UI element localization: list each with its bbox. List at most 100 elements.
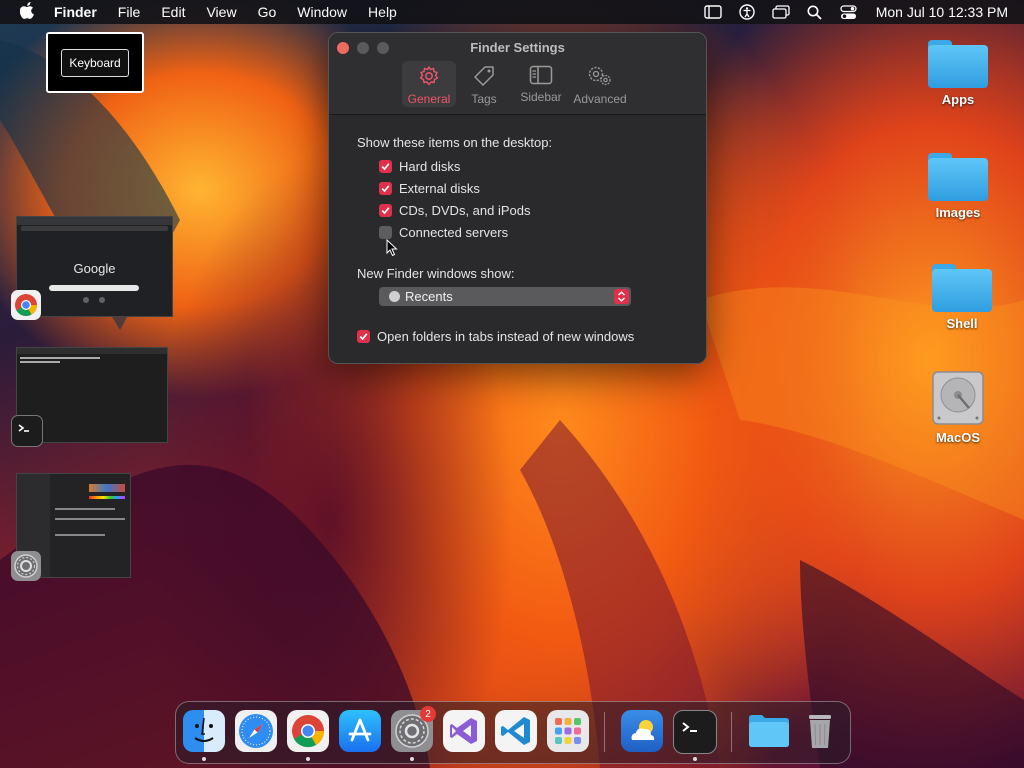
menu-view[interactable]: View (206, 4, 236, 20)
dock-chrome-icon[interactable] (287, 710, 329, 752)
menu-file[interactable]: File (118, 4, 141, 20)
thumbnail-text-line (55, 518, 125, 520)
desktop-item-label: MacOS (935, 430, 981, 445)
dock-appstore-icon[interactable] (339, 710, 381, 752)
thumbnail-shortcut (83, 297, 89, 303)
thumbnail-google-logo: Google (73, 261, 116, 276)
apple-menu-icon[interactable] (18, 1, 36, 23)
tab-sidebar-label: Sidebar (520, 90, 562, 104)
dock-visual-studio-icon[interactable] (443, 710, 485, 752)
running-indicator (410, 757, 414, 761)
menubar-clock[interactable]: Mon Jul 10 12:33 PM (876, 4, 1008, 20)
thumbnail-shortcut (99, 297, 105, 303)
desktop-disk-macos[interactable]: MacOS (918, 370, 998, 445)
checkbox-open-in-tabs[interactable] (357, 329, 370, 343)
checkbox-label: Open folders in tabs instead of new wind… (377, 328, 635, 344)
thumbnail-text-line (20, 361, 60, 363)
terminal-app-icon[interactable] (11, 415, 43, 447)
folder-icon (932, 264, 992, 312)
running-indicator (202, 757, 206, 761)
dock-terminal-icon[interactable] (673, 710, 717, 754)
new-window-value: Recents (405, 289, 453, 304)
gears-icon (571, 65, 629, 90)
tab-advanced[interactable]: Advanced (571, 61, 629, 107)
dock: 2 (175, 701, 851, 764)
dock-finder-icon[interactable] (183, 710, 225, 752)
desktop-folder-apps[interactable]: Apps (918, 40, 998, 107)
dock-trash-icon[interactable] (799, 710, 841, 752)
window-title: Finder Settings (470, 40, 565, 55)
dock-weather-icon[interactable] (621, 710, 663, 752)
notification-badge: 2 (420, 706, 436, 722)
dock-separator (731, 712, 732, 752)
desktop-folder-shell[interactable]: Shell (922, 264, 1002, 331)
finder-settings-window: Finder Settings General Tags Sidebar Adv… (328, 32, 707, 364)
checkbox-row-open-in-tabs[interactable]: Open folders in tabs instead of new wind… (357, 327, 634, 345)
thumbnail-text-line (20, 357, 100, 359)
checkbox-cds-dvds-ipods[interactable] (379, 203, 392, 217)
checkbox-row-hard-disks[interactable]: Hard disks (379, 157, 460, 175)
tab-advanced-label: Advanced (573, 92, 627, 106)
folder-icon (928, 153, 988, 201)
running-indicator (693, 757, 697, 761)
checkbox-row-cds-dvds[interactable]: CDs, DVDs, and iPods (379, 201, 531, 219)
checkbox-hard-disks[interactable] (379, 159, 392, 173)
dock-folder-icon[interactable] (747, 710, 789, 752)
hard-drive-icon (931, 370, 985, 426)
mouse-cursor-icon (386, 239, 398, 257)
dock-safari-icon[interactable] (235, 710, 277, 752)
checkbox-label: Hard disks (399, 158, 461, 174)
checkbox-connected-servers[interactable] (379, 225, 392, 239)
desktop-folder-images[interactable]: Images (918, 153, 998, 220)
dock-vscode-icon[interactable] (495, 710, 537, 752)
screen-mirroring-icon[interactable] (772, 4, 790, 20)
thumbnail-addressbar (21, 226, 168, 231)
accessibility-icon[interactable] (738, 4, 756, 20)
running-indicator (306, 757, 310, 761)
thumbnail-text-line (55, 534, 105, 536)
desktop-items-heading: Show these items on the desktop: (357, 135, 553, 150)
thumbnail-wallpaper-row (89, 484, 125, 492)
thumbnail-text-line (55, 508, 115, 510)
menu-help[interactable]: Help (368, 4, 397, 20)
desktop-item-label: Images (935, 205, 981, 220)
chrome-app-icon[interactable] (11, 290, 41, 320)
checkbox-external-disks[interactable] (379, 181, 392, 195)
menu-go[interactable]: Go (258, 4, 277, 20)
tab-general-label: General (407, 92, 451, 106)
menu-window[interactable]: Window (297, 4, 347, 20)
tab-tags[interactable]: Tags (457, 61, 511, 107)
checkbox-row-external-disks[interactable]: External disks (379, 179, 480, 197)
thumbnail-titlebar (17, 348, 167, 354)
sidebar-icon (513, 65, 569, 88)
search-icon[interactable] (806, 4, 824, 20)
folder-icon (928, 40, 988, 88)
thumbnail-color-row (89, 496, 125, 499)
dock-separator (604, 712, 605, 752)
checkbox-label: Connected servers (399, 224, 509, 240)
list-icon[interactable] (704, 4, 722, 20)
dock-launchpad-icon[interactable] (547, 710, 589, 752)
menu-app-name[interactable]: Finder (54, 4, 97, 20)
menu-bar: Finder File Edit View Go Window Help Mon… (0, 0, 1024, 24)
thumbnail-searchbox (49, 285, 139, 291)
thumbnail-tabbar (17, 217, 172, 225)
clock-icon (389, 291, 400, 302)
desktop-item-label: Apps (941, 92, 975, 107)
keyboard-key-label: Keyboard (61, 48, 129, 77)
gear-icon (402, 65, 456, 90)
new-window-heading: New Finder windows show: (357, 266, 515, 281)
tab-tags-label: Tags (471, 92, 497, 106)
menu-edit[interactable]: Edit (161, 4, 185, 20)
desktop-item-label: Shell (946, 316, 978, 331)
new-window-popup[interactable]: Recents (379, 287, 631, 306)
checkbox-row-connected-servers[interactable]: Connected servers (379, 223, 508, 241)
keyboard-shortcut-overlay: Keyboard (46, 32, 144, 93)
checkbox-label: CDs, DVDs, and iPods (399, 202, 531, 218)
tab-sidebar[interactable]: Sidebar (513, 61, 569, 107)
tab-general[interactable]: General (402, 61, 456, 107)
settings-app-icon[interactable] (11, 551, 41, 581)
checkbox-label: External disks (399, 180, 480, 196)
chevron-updown-icon[interactable] (614, 289, 629, 304)
control-center-icon[interactable] (840, 4, 858, 20)
